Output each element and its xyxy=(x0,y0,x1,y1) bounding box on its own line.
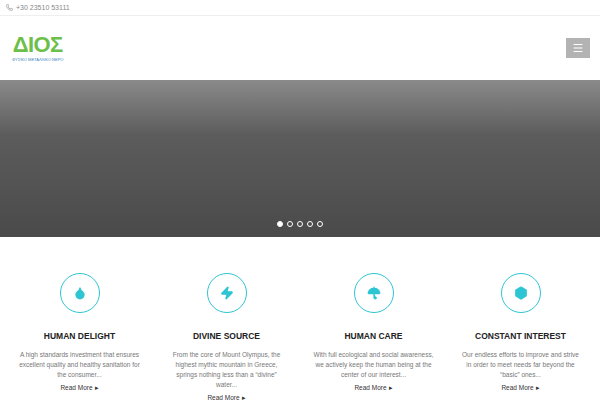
top-bar: +30 23510 53111 xyxy=(0,0,600,16)
feature-text: A high standards investment that ensures… xyxy=(18,350,141,380)
slider-dot[interactable] xyxy=(297,221,303,227)
menu-button[interactable] xyxy=(566,38,590,58)
feature-title: CONSTANT INTEREST xyxy=(475,331,566,342)
feature-card: HUMAN DELIGHT A high standards investment… xyxy=(6,273,153,400)
umbrella-icon xyxy=(367,286,381,300)
read-more-link[interactable]: Read More▸ xyxy=(207,393,245,400)
feature-title: HUMAN CARE xyxy=(344,331,402,342)
feature-title: DIVINE SOURCE xyxy=(193,331,260,342)
logo-subtitle: ΦΥΣΙΚΟ ΜΕΤΑΛΛΙΚΟ ΝΕΡΟ xyxy=(12,58,63,62)
water-drop-icon xyxy=(73,286,87,300)
feature-card: DIVINE SOURCE From the core of Mount Olym… xyxy=(153,273,300,400)
feature-icon-circle xyxy=(501,273,541,313)
feature-text: Our endless efforts to improve and striv… xyxy=(459,350,582,380)
slider-dot[interactable] xyxy=(287,221,293,227)
hero-slider[interactable] xyxy=(0,80,600,237)
slider-dot[interactable] xyxy=(307,221,313,227)
feature-title: HUMAN DELIGHT xyxy=(44,331,115,342)
feature-icon-circle xyxy=(354,273,394,313)
lightning-icon xyxy=(220,286,234,300)
slider-dot[interactable] xyxy=(277,221,283,227)
feature-card: CONSTANT INTEREST Our endless efforts to … xyxy=(447,273,594,400)
arrow-icon: ▸ xyxy=(95,383,99,392)
slider-dots xyxy=(277,221,323,227)
header: ΔΙΟΣ ΦΥΣΙΚΟ ΜΕΤΑΛΛΙΚΟ ΝΕΡΟ xyxy=(0,16,600,80)
page: +30 23510 53111 ΔΙΟΣ ΦΥΣΙΚΟ ΜΕΤΑΛΛΙΚΟ ΝΕΡΟ… xyxy=(0,0,600,400)
feature-text: With full ecological and social awarenes… xyxy=(312,350,435,380)
hamburger-icon xyxy=(572,42,584,54)
arrow-icon: ▸ xyxy=(536,383,540,392)
feature-icon-circle xyxy=(207,273,247,313)
cube-icon xyxy=(514,286,528,300)
read-more-link[interactable]: Read More▸ xyxy=(501,383,539,392)
read-more-link[interactable]: Read More▸ xyxy=(354,383,392,392)
features: HUMAN DELIGHT A high standards investment… xyxy=(0,237,600,400)
phone-number[interactable]: +30 23510 53111 xyxy=(16,4,70,11)
read-more-link[interactable]: Read More▸ xyxy=(60,383,98,392)
phone-icon xyxy=(6,4,13,11)
arrow-icon: ▸ xyxy=(389,383,393,392)
logo[interactable]: ΔΙΟΣ ΦΥΣΙΚΟ ΜΕΤΑΛΛΙΚΟ ΝΕΡΟ xyxy=(12,34,63,62)
feature-card: HUMAN CARE With full ecological and socia… xyxy=(300,273,447,400)
slider-dot[interactable] xyxy=(317,221,323,227)
logo-title: ΔΙΟΣ xyxy=(13,34,63,56)
feature-icon-circle xyxy=(60,273,100,313)
feature-text: From the core of Mount Olympus, the high… xyxy=(165,350,288,390)
arrow-icon: ▸ xyxy=(242,393,246,400)
